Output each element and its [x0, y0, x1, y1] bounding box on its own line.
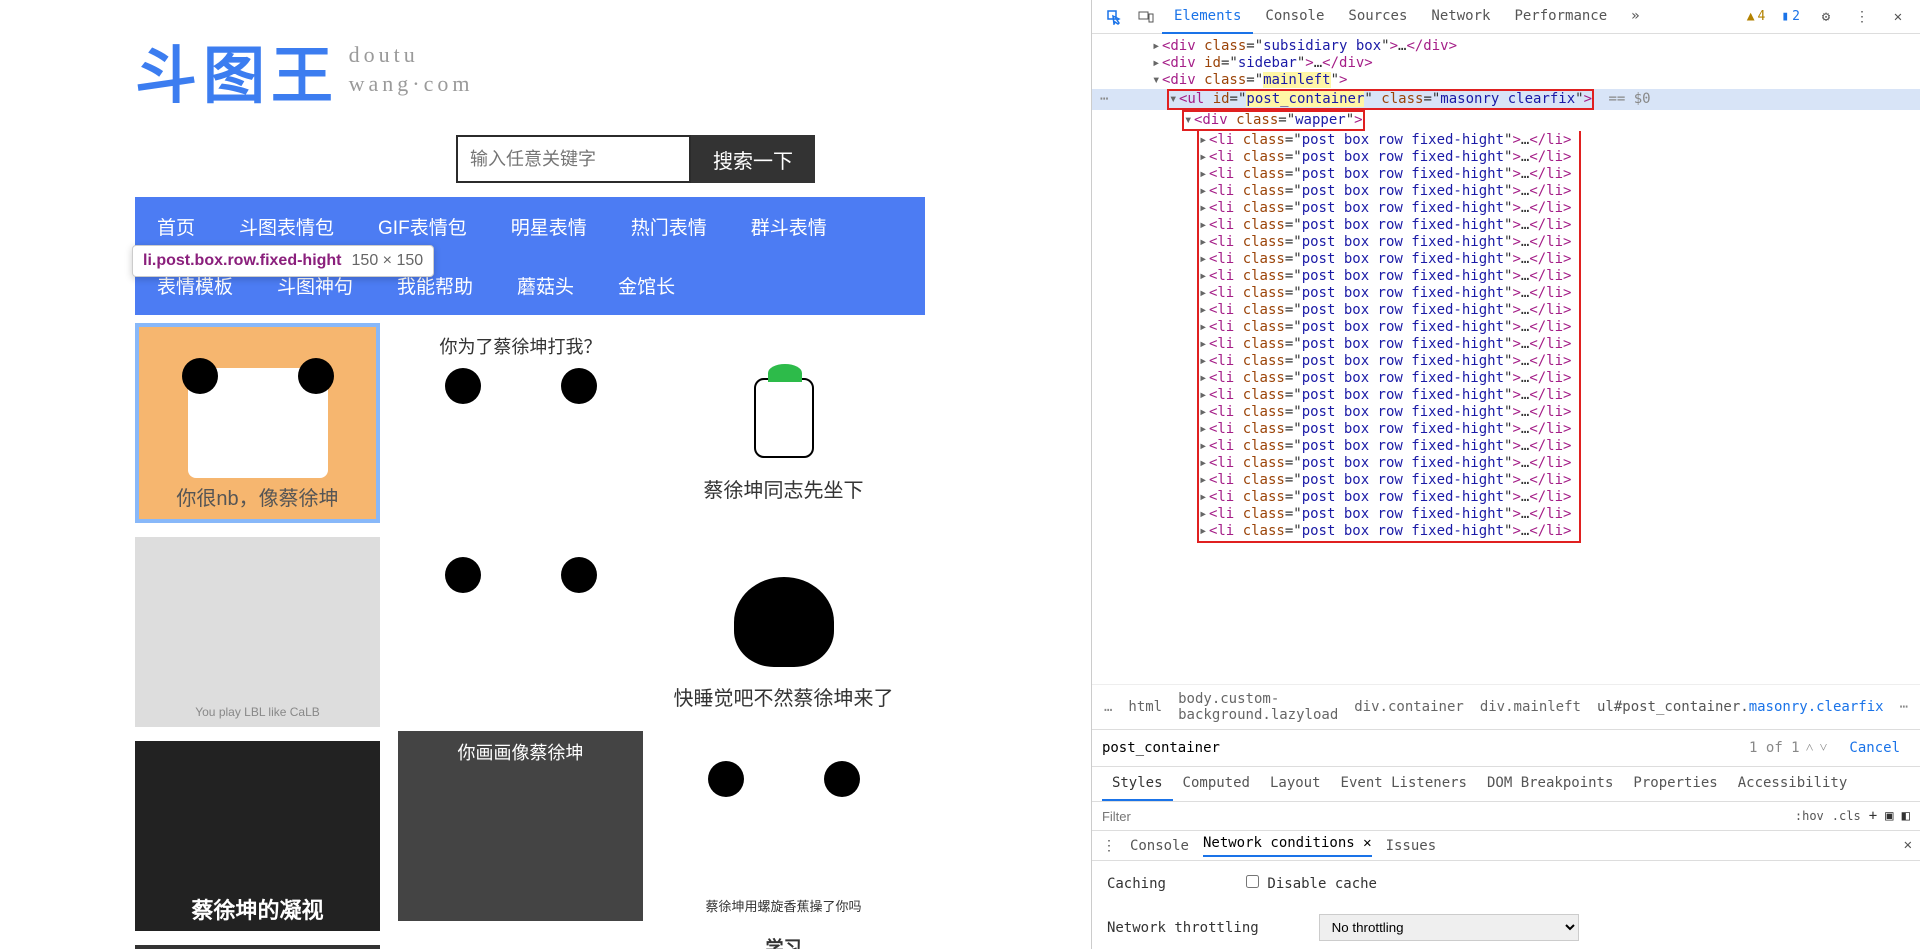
logo-text: 斗图王 — [135, 25, 339, 115]
find-input[interactable] — [1102, 740, 1737, 756]
tab-event-listeners[interactable]: Event Listeners — [1331, 767, 1477, 801]
close-tab-icon[interactable]: ✕ — [1363, 835, 1371, 851]
tab-sources[interactable]: Sources — [1336, 0, 1419, 34]
drawer-tabs: ⋮ Console Network conditions ✕ Issues ✕ — [1092, 831, 1920, 861]
list-item[interactable]: You play LBL like CaLB — [135, 537, 380, 727]
tab-dom-breakpoints[interactable]: DOM Breakpoints — [1477, 767, 1623, 801]
list-item[interactable]: 学习 STUDY 才配拥有 — [661, 935, 906, 949]
meme-image-icon — [451, 378, 591, 488]
list-item[interactable]: 蔡徐坤用螺旋香蕉操了你吗 — [661, 731, 906, 921]
drawer-menu-icon[interactable]: ⋮ — [1102, 838, 1116, 854]
browser-viewport: 斗图王 doutuwang·com 搜索一下 首页 斗图表情包 GIF表情包 明… — [0, 0, 1091, 949]
device-toggle-icon[interactable] — [1130, 3, 1162, 31]
search-button[interactable]: 搜索一下 — [691, 135, 815, 183]
tab-layout[interactable]: Layout — [1260, 767, 1331, 801]
find-cancel-button[interactable]: Cancel — [1839, 736, 1910, 760]
nav-star[interactable]: 明星表情 — [489, 197, 609, 256]
devtools-panel: Elements Console Sources Network Perform… — [1091, 0, 1920, 949]
breadcrumb[interactable]: … html body.custom-background.lazyload d… — [1092, 684, 1920, 730]
throttling-select[interactable]: No throttling — [1319, 914, 1579, 941]
find-prev-icon[interactable]: ˄ — [1806, 740, 1814, 757]
list-item[interactable]: 你很nb，像蔡徐坤 — [135, 323, 380, 523]
tab-performance[interactable]: Performance — [1502, 0, 1619, 34]
styles-filter-input[interactable] — [1102, 809, 1787, 824]
hov-toggle[interactable]: :hov — [1795, 809, 1824, 823]
tab-computed[interactable]: Computed — [1173, 767, 1260, 801]
search-bar: 搜索一下 — [135, 125, 1091, 197]
list-item[interactable]: 蔡徐坤同志先坐下 — [661, 323, 906, 513]
list-item[interactable]: 快睡觉吧不然蔡徐坤来了 — [661, 527, 906, 717]
close-icon[interactable]: ✕ — [1882, 3, 1914, 31]
tab-accessibility[interactable]: Accessibility — [1728, 767, 1858, 801]
throttling-label: Network throttling — [1107, 920, 1259, 936]
gear-icon[interactable]: ⚙ — [1810, 3, 1842, 31]
caching-label: Caching — [1107, 876, 1166, 892]
list-item[interactable] — [398, 527, 643, 717]
elements-tree[interactable]: ▸<div class="subsidiary box">…</div> ▸<d… — [1092, 34, 1920, 684]
meme-image-icon — [188, 368, 328, 478]
drawer-tab-issues[interactable]: Issues — [1386, 838, 1437, 854]
site-logo: 斗图王 doutuwang·com — [135, 0, 1091, 125]
element-tooltip: li.post.box.row.fixed-hight 150 × 150 — [132, 245, 434, 277]
nav-hot[interactable]: 热门表情 — [609, 197, 729, 256]
list-item[interactable]: 我蔡徐坤一篮球扣你点上 — [135, 945, 380, 949]
nav-9[interactable]: 蘑菇头 — [495, 256, 596, 315]
tab-more-icon[interactable]: » — [1619, 0, 1651, 34]
selected-node[interactable]: ⋯▾<ul id="post_container" class="masonry… — [1092, 89, 1920, 110]
caching-row: Caching Disable cache — [1092, 861, 1920, 906]
disable-cache-checkbox[interactable]: Disable cache — [1246, 875, 1377, 892]
find-next-icon[interactable]: ˅ — [1820, 740, 1828, 757]
inspect-icon[interactable] — [1098, 3, 1130, 31]
drawer-close-icon[interactable]: ✕ — [1904, 837, 1912, 853]
image-grid: 你很nb，像蔡徐坤 You play LBL like CaLB 蔡徐坤的凝视 … — [135, 323, 1091, 949]
list-item[interactable]: 你为了蔡徐坤打我？ — [398, 323, 643, 513]
tab-styles[interactable]: Styles — [1102, 767, 1173, 801]
tab-elements[interactable]: Elements — [1162, 0, 1253, 34]
add-rule-icon[interactable]: + — [1869, 808, 1877, 824]
styles-filter-row: :hov .cls + ▣ ◧ — [1092, 802, 1920, 831]
box-model-icon[interactable]: ▣ — [1885, 808, 1893, 824]
find-bar: 1 of 1 ˄ ˅ Cancel — [1092, 730, 1920, 767]
computed-toggle-icon[interactable]: ◧ — [1902, 808, 1910, 824]
styles-tabs: Styles Computed Layout Event Listeners D… — [1092, 767, 1920, 802]
tab-properties[interactable]: Properties — [1623, 767, 1727, 801]
devtools-top-bar: Elements Console Sources Network Perform… — [1092, 0, 1920, 34]
nav-group[interactable]: 群斗表情 — [729, 197, 849, 256]
tab-console[interactable]: Console — [1253, 0, 1336, 34]
cls-toggle[interactable]: .cls — [1832, 809, 1861, 823]
warnings-badge[interactable]: ▲4 — [1741, 7, 1772, 26]
info-badge[interactable]: ▮2 — [1775, 7, 1806, 26]
logo-subtext: doutuwang·com — [349, 41, 474, 98]
drawer-tab-console[interactable]: Console — [1130, 838, 1189, 854]
tooltip-selector: li.post.box.row.fixed-hight — [143, 252, 342, 270]
tooltip-dimensions: 150 × 150 — [352, 252, 424, 270]
throttling-row: Network throttling No throttling — [1092, 906, 1920, 949]
search-input[interactable] — [456, 135, 691, 183]
drawer-tab-network-conditions[interactable]: Network conditions ✕ — [1203, 835, 1372, 857]
tab-network[interactable]: Network — [1419, 0, 1502, 34]
find-result: 1 of 1 — [1749, 740, 1800, 756]
list-item[interactable]: 你画画像蔡徐坤 — [398, 731, 643, 921]
meme-image-icon — [714, 771, 854, 881]
nav-10[interactable]: 金馆长 — [596, 256, 697, 315]
kebab-icon[interactable]: ⋮ — [1846, 3, 1878, 31]
list-item[interactable]: 蔡徐坤的凝视 — [135, 741, 380, 931]
meme-image-icon — [451, 567, 591, 677]
list-item[interactable] — [398, 935, 643, 949]
